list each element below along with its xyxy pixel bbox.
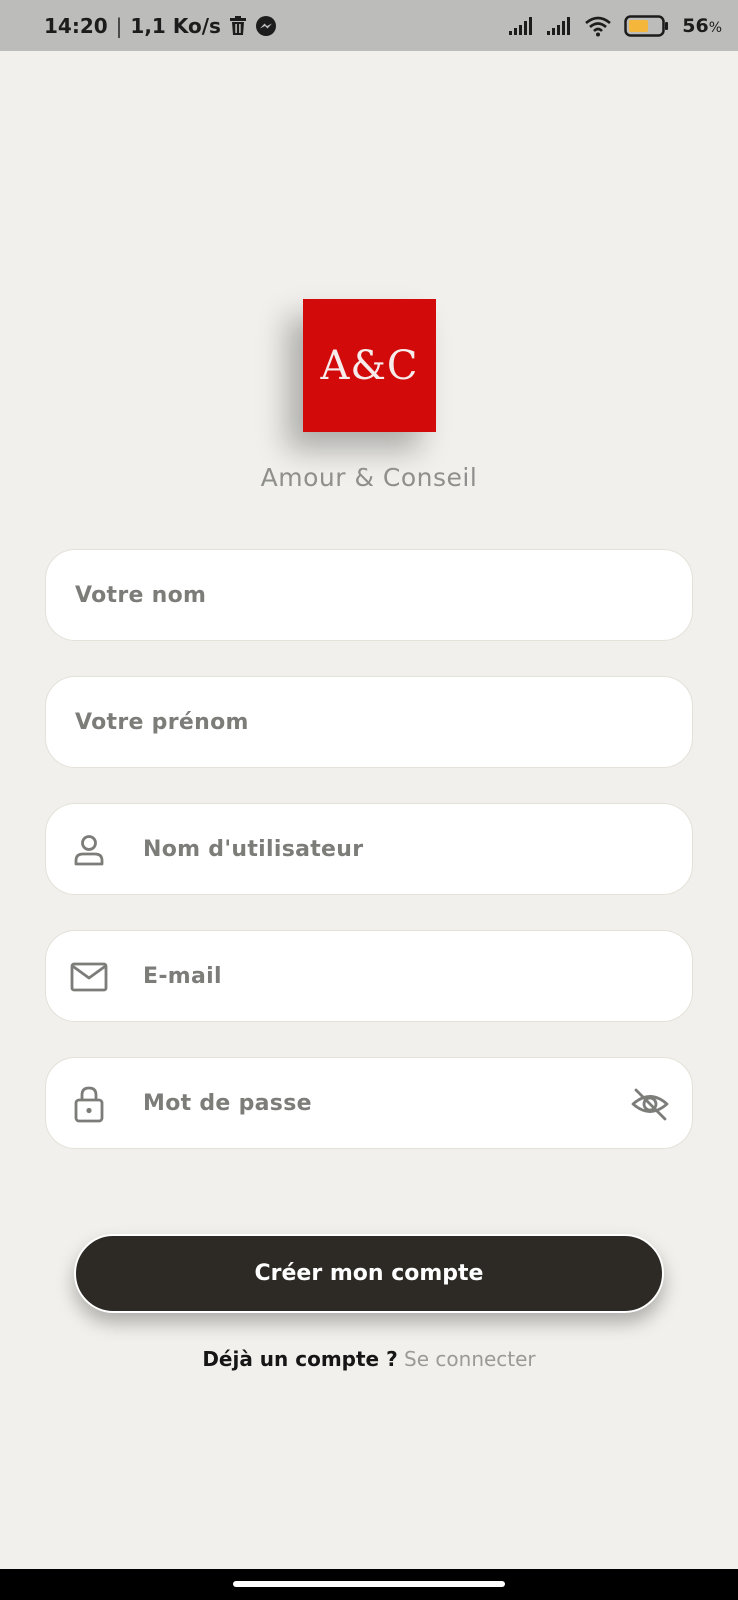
- login-prompt-text: Déjà un compte ?: [202, 1347, 398, 1371]
- last-name-field: [45, 549, 693, 641]
- status-separator: |: [115, 13, 123, 38]
- signup-screen: 14:20 | 1,1 Ko/s 56 % A&C Amour & Consei…: [0, 0, 738, 1600]
- home-indicator[interactable]: [233, 1581, 505, 1587]
- battery-percent-value: 56: [682, 14, 709, 37]
- login-link[interactable]: Se connecter: [404, 1347, 536, 1371]
- logo-text: A&C: [320, 342, 419, 389]
- navigation-bar: [0, 1569, 738, 1600]
- password-input[interactable]: [143, 1058, 612, 1148]
- email-field: [45, 930, 693, 1022]
- signal-icon: [508, 16, 534, 36]
- last-name-input[interactable]: [75, 550, 662, 640]
- status-right: 56 %: [508, 0, 722, 51]
- app-name: Amour & Conseil: [260, 463, 478, 492]
- eye-off-icon[interactable]: [630, 1084, 670, 1124]
- password-field: [45, 1057, 693, 1149]
- username-input[interactable]: [143, 804, 662, 894]
- wifi-icon: [584, 15, 612, 37]
- signal-icon: [546, 16, 572, 36]
- battery-level: 56 %: [682, 15, 722, 37]
- messenger-icon: [255, 15, 277, 37]
- username-field: [45, 803, 693, 895]
- create-account-button[interactable]: Créer mon compte: [74, 1234, 664, 1313]
- status-bar: 14:20 | 1,1 Ko/s 56 %: [0, 0, 738, 51]
- email-input[interactable]: [143, 931, 662, 1021]
- battery-percent-unit: %: [708, 19, 722, 36]
- status-left: 14:20 | 1,1 Ko/s: [44, 0, 277, 51]
- first-name-field: [45, 676, 693, 768]
- status-time: 14:20: [44, 13, 108, 38]
- app-logo: A&C: [303, 299, 436, 432]
- mail-icon: [69, 957, 109, 997]
- first-name-input[interactable]: [75, 677, 662, 767]
- login-prompt-row: Déjà un compte ? Se connecter: [0, 1347, 738, 1371]
- network-speed: 1,1 Ko/s: [130, 13, 221, 38]
- lock-icon: [69, 1084, 109, 1124]
- user-icon: [69, 830, 109, 870]
- battery-icon: [624, 14, 670, 37]
- trash-icon: [229, 15, 247, 36]
